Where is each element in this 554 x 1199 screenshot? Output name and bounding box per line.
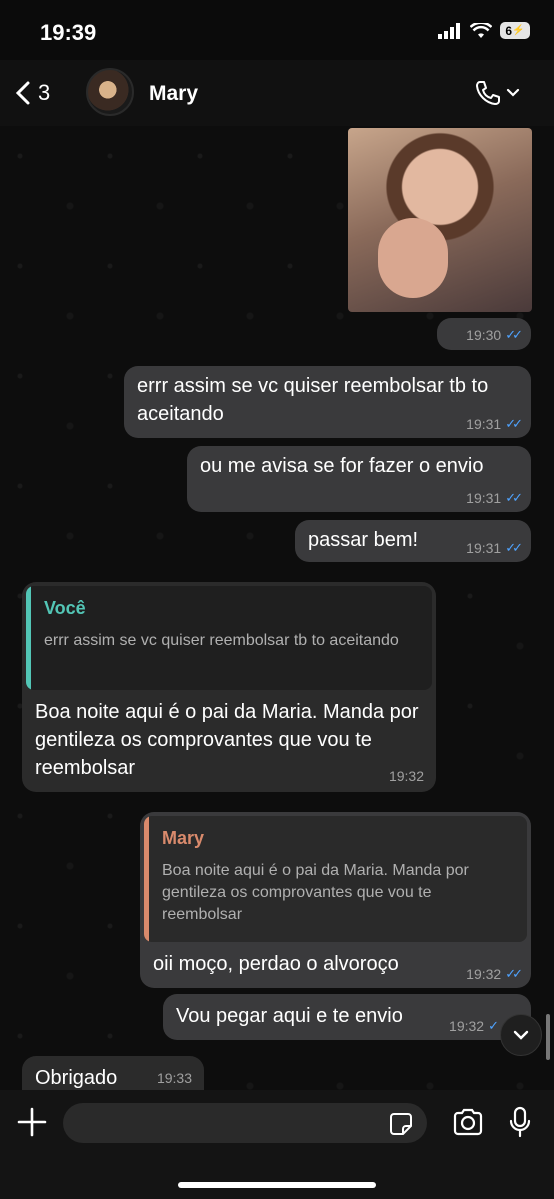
message-bubble[interactable]: passar bem! 19:31 ✓✓ <box>295 520 531 562</box>
quote-bar <box>26 586 31 690</box>
message-bubble[interactable]: Você errr assim se vc quiser reembolsar … <box>22 582 436 792</box>
contact-avatar[interactable] <box>86 68 134 116</box>
read-ticks-icon: ✓✓ <box>505 416 523 431</box>
read-ticks-icon: ✓✓ <box>505 490 523 505</box>
chat-header: 3 Mary <box>0 60 554 126</box>
read-ticks-icon: ✓✓ <box>505 540 523 555</box>
battery-indicator: 6 ⚡ <box>500 22 530 39</box>
home-indicator[interactable] <box>178 1182 376 1188</box>
message-text: errr assim se vc quiser reembolsar tb to… <box>137 375 489 425</box>
message-meta: 19:32 ✓ <box>449 1018 499 1034</box>
plus-icon <box>17 1107 47 1137</box>
message-time: 19:31 <box>466 416 502 432</box>
read-ticks-icon: ✓✓ <box>505 327 523 342</box>
camera-icon <box>453 1108 483 1136</box>
message-text: Obrigado <box>35 1067 118 1089</box>
call-button[interactable] <box>474 79 520 107</box>
message-meta: 19:31 ✓✓ <box>466 540 523 556</box>
image-message[interactable] <box>348 128 532 312</box>
scroll-to-bottom-button[interactable] <box>500 1014 542 1056</box>
quote-author: Você <box>44 598 86 618</box>
status-bar: 19:39 6 ⚡ <box>0 0 554 60</box>
chevron-down-icon <box>506 88 520 97</box>
message-bubble[interactable]: Obrigado 19:33 <box>22 1056 204 1090</box>
scrollbar[interactable] <box>546 1014 550 1060</box>
quote-text: errr assim se vc quiser reembolsar tb to… <box>44 632 399 649</box>
message-time: 19:30 <box>466 327 502 343</box>
attach-button[interactable] <box>16 1106 48 1138</box>
quote-author: Mary <box>162 828 205 848</box>
read-ticks-icon: ✓ <box>488 1018 499 1033</box>
message-time: 19:32 <box>466 966 502 982</box>
message-time: 19:32 <box>449 1018 485 1034</box>
phone-icon <box>476 81 500 105</box>
message-meta: 19:32 <box>389 768 424 784</box>
wifi-icon <box>470 22 492 38</box>
message-time: 19:32 <box>388 768 424 784</box>
message-bubble[interactable]: ou me avisa se for fazer o envio 19:31 ✓✓ <box>187 446 531 512</box>
message-text: ou me avisa se for fazer o envio <box>200 455 484 477</box>
battery-level: 6 <box>505 23 513 38</box>
message-input[interactable] <box>63 1103 427 1143</box>
sticker-button[interactable] <box>389 1112 413 1141</box>
unread-count: 3 <box>38 80 51 105</box>
message-meta: 19:31 ✓✓ <box>466 490 523 506</box>
message-time: 19:31 <box>466 540 502 556</box>
status-time: 19:39 <box>40 20 97 45</box>
signal-icon <box>438 22 460 39</box>
quote-text: Boa noite aqui é o pai da Maria. Manda p… <box>162 862 469 923</box>
camera-button[interactable] <box>452 1108 484 1141</box>
message-bubble[interactable]: Mary Boa noite aqui é o pai da Maria. Ma… <box>140 812 531 988</box>
message-text: Boa noite aqui é o pai da Maria. Manda p… <box>35 701 419 779</box>
message-bubble[interactable]: Vou pegar aqui e te envio 19:32 ✓ <box>163 994 531 1040</box>
quoted-message[interactable]: Você errr assim se vc quiser reembolsar … <box>26 586 432 690</box>
back-button[interactable]: 3 <box>14 80 50 106</box>
message-meta: 19:32 ✓✓ <box>466 966 523 982</box>
image-timestamp-bubble: 19:30 ✓✓ <box>437 318 531 350</box>
message-time: 19:31 <box>466 490 502 506</box>
message-text: oii moço, perdao o alvoroço <box>153 953 399 975</box>
message-time: 19:33 <box>156 1070 192 1086</box>
contact-name[interactable]: Mary <box>149 82 198 106</box>
message-meta: 19:31 ✓✓ <box>466 416 523 432</box>
message-bubble[interactable]: errr assim se vc quiser reembolsar tb to… <box>124 366 531 438</box>
read-ticks-icon: ✓✓ <box>505 966 523 981</box>
message-text: passar bem! <box>308 529 419 551</box>
message-text: Vou pegar aqui e te envio <box>176 1005 403 1027</box>
microphone-button[interactable] <box>508 1106 532 1143</box>
back-chevron-icon <box>15 81 30 105</box>
scroll-down-icon <box>513 1030 529 1040</box>
sticker-icon <box>390 1113 412 1135</box>
chat-area[interactable]: 19:30 ✓✓ errr assim se vc quiser reembols… <box>0 126 554 1090</box>
quoted-message[interactable]: Mary Boa noite aqui é o pai da Maria. Ma… <box>144 816 527 942</box>
message-meta: 19:33 <box>157 1070 192 1086</box>
microphone-icon <box>509 1106 531 1138</box>
status-icons: 6 ⚡ <box>438 22 530 39</box>
message-meta: 19:30 ✓✓ <box>466 327 523 343</box>
photo-content <box>378 218 448 298</box>
quote-bar <box>144 816 149 942</box>
